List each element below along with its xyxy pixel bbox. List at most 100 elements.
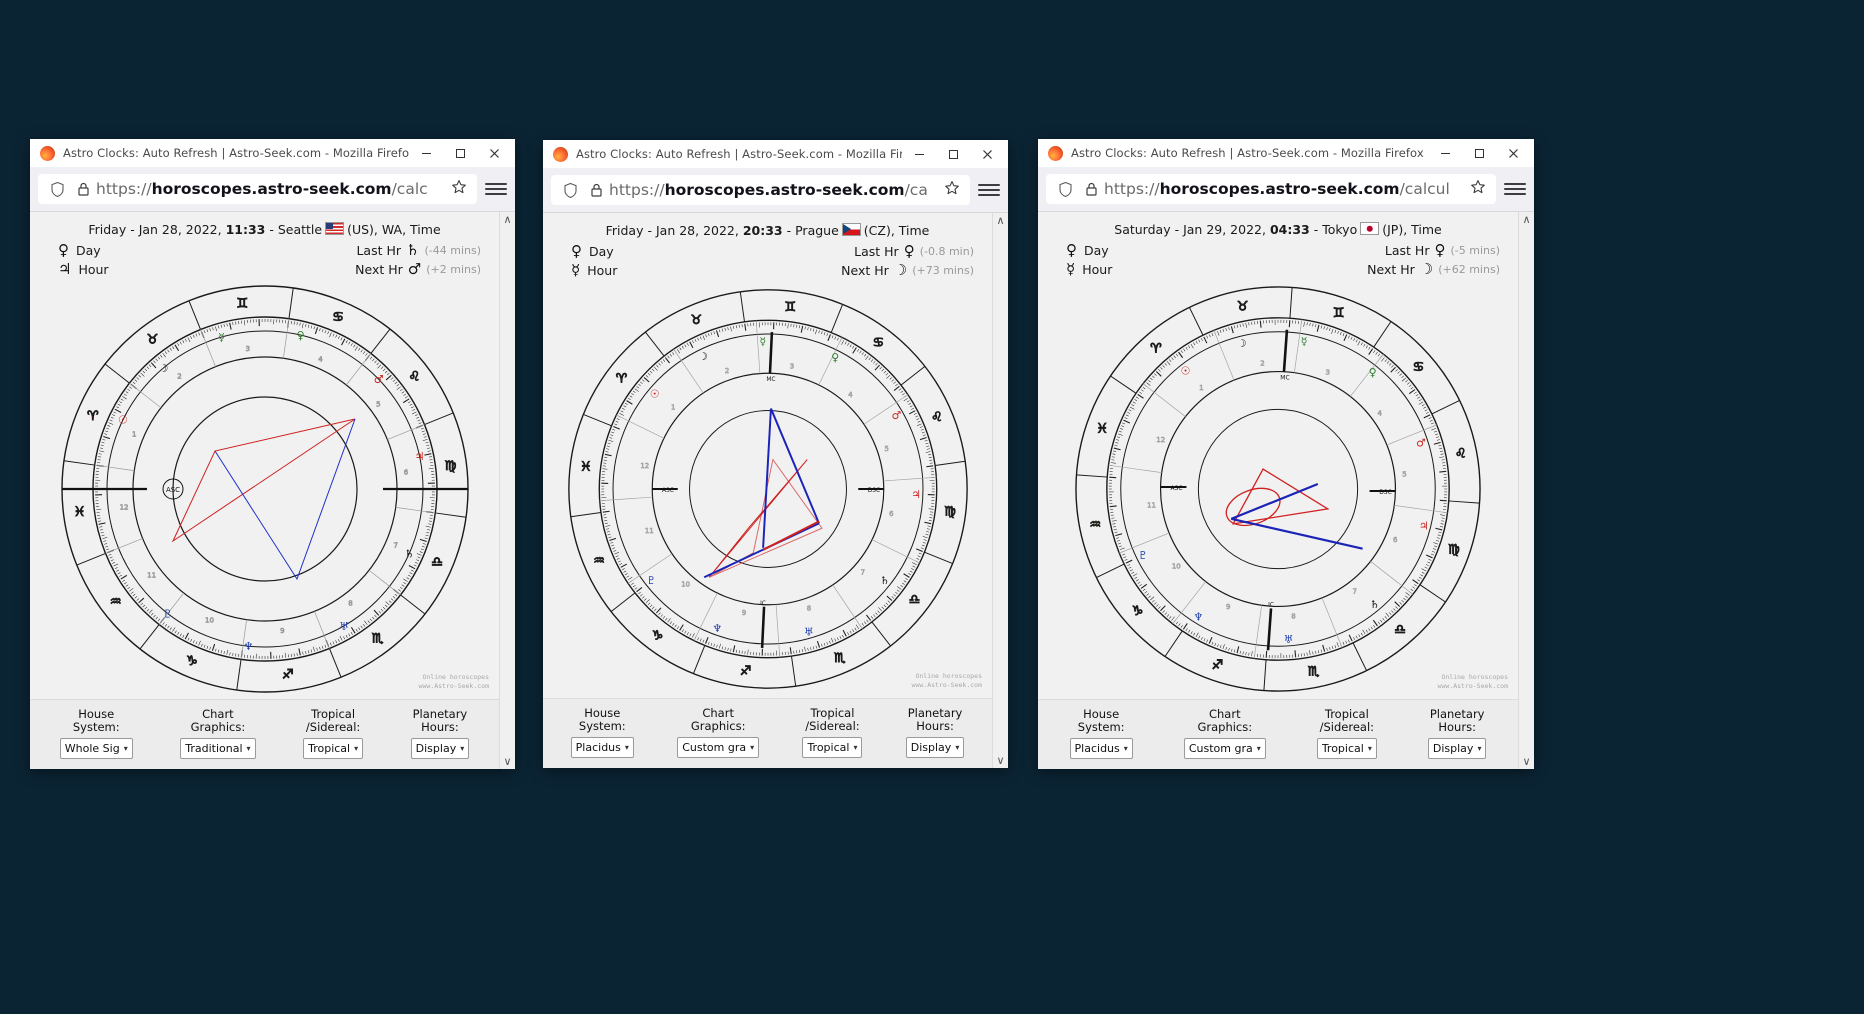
lock-icon[interactable] <box>589 182 604 198</box>
chart-graphics-control[interactable]: Chart Graphics: Traditional ▾ <box>180 707 256 759</box>
chart-graphics-select[interactable]: Traditional ▾ <box>180 738 256 759</box>
maximize-button[interactable] <box>936 141 970 167</box>
window-buttons[interactable] <box>1428 140 1530 166</box>
scroll-down-icon[interactable]: ∨ <box>996 755 1004 766</box>
page-scrollbar[interactable]: ∧ ∨ <box>499 212 515 769</box>
address-field[interactable]: https://horoscopes.astro-seek.com/calcul <box>1046 174 1496 204</box>
house-number: 8 <box>1291 612 1295 620</box>
day-ruler-row: ♀ Day Last Hr ♀ (-5 mins) <box>1038 241 1518 260</box>
address-field[interactable]: https://horoscopes.astro-seek.com/ca <box>551 175 970 205</box>
house-system-select[interactable]: Placidus ▾ <box>570 737 634 758</box>
planet-glyph: ♃ <box>911 488 921 501</box>
close-button[interactable] <box>477 140 511 166</box>
menu-hamburger-icon[interactable] <box>1504 183 1526 195</box>
window-buttons[interactable] <box>409 140 511 166</box>
site-credit: Online horoscopes www.Astro-Seek.com <box>418 673 489 691</box>
scroll-up-icon[interactable]: ∧ <box>503 214 511 225</box>
url-text[interactable]: https://horoscopes.astro-seek.com/ca <box>609 181 940 199</box>
bookmark-star-icon[interactable] <box>451 179 467 199</box>
address-field[interactable]: https://horoscopes.astro-seek.com/calc <box>38 174 477 204</box>
chart-options-bar[interactable]: House System: Placidus ▾ Chart Graphics: … <box>543 697 992 768</box>
tropical-sidereal-select[interactable]: Tropical ▾ <box>802 737 863 758</box>
url-bar[interactable]: https://horoscopes.astro-seek.com/calcul <box>1038 167 1534 212</box>
minimize-button[interactable] <box>902 141 936 167</box>
planetary-hours-control[interactable]: Planetary Hours: Display ▾ <box>410 707 470 759</box>
browser-window-seattle[interactable]: Astro Clocks: Auto Refresh | Astro-Seek.… <box>30 139 515 769</box>
browser-window-tokyo[interactable]: Astro Clocks: Auto Refresh | Astro-Seek.… <box>1038 139 1534 769</box>
url-bar[interactable]: https://horoscopes.astro-seek.com/calc <box>30 167 515 212</box>
natal-chart-svg[interactable]: ♈♉♊♋♌♍♎♏♐♑♒♓ 123456789101112 ☉☽☿ ♀♂♃♄♅♆♇ … <box>55 279 475 699</box>
house-system-control[interactable]: House System: Placidus ▾ <box>570 706 634 758</box>
close-button[interactable] <box>970 141 1004 167</box>
window-titlebar[interactable]: Astro Clocks: Auto Refresh | Astro-Seek.… <box>1038 139 1534 167</box>
planet-glyph: ♄ <box>404 547 414 560</box>
country-label: (CZ), Time <box>863 223 930 238</box>
maximize-button[interactable] <box>443 140 477 166</box>
chart-options-bar[interactable]: House System: Whole Sig ▾ Chart Graphics:… <box>30 698 499 769</box>
house-system-control[interactable]: House System: Placidus ▾ <box>1069 707 1133 759</box>
country-flag-icon <box>1360 222 1380 235</box>
bookmark-star-icon[interactable] <box>944 180 960 200</box>
window-titlebar[interactable]: Astro Clocks: Auto Refresh | Astro-Seek.… <box>543 140 1008 168</box>
planetary-hours-select[interactable]: Display ▾ <box>905 737 965 758</box>
planet-glyph: ☽ <box>698 350 708 363</box>
planetary-hours-control[interactable]: Planetary Hours: Display ▾ <box>1427 707 1487 759</box>
tropical-sidereal-select[interactable]: Tropical ▾ <box>1316 738 1377 759</box>
chart-graphics-select[interactable]: Custom gra ▾ <box>1183 738 1266 759</box>
url-text[interactable]: https://horoscopes.astro-seek.com/calcul <box>1104 180 1466 198</box>
chevron-down-icon: ▾ <box>1123 744 1128 753</box>
url-text[interactable]: https://horoscopes.astro-seek.com/calc <box>96 180 447 198</box>
tropical-sidereal-control[interactable]: Tropical /Sidereal: Tropical ▾ <box>802 706 863 758</box>
minimize-button[interactable] <box>409 140 443 166</box>
bookmark-star-icon[interactable] <box>1470 179 1486 199</box>
planetary-hours-select[interactable]: Display ▾ <box>1427 738 1487 759</box>
astrology-chart-wheel[interactable]: ♈ ♉ ♊ ♋ ♌ ♍ ♎ ♏ ♐ ♑ ♒ ♓ 1 2 3 4 5 6 7 8 9 10 11 12 ☉ ☽ ☿ ♀ ♂ ♃ ♄ ♅ ♆ ♇ <box>1038 279 1518 699</box>
house-system-select[interactable]: Whole Sig ▾ <box>59 738 133 759</box>
scroll-up-icon[interactable]: ∧ <box>1522 214 1530 225</box>
close-button[interactable] <box>1496 140 1530 166</box>
planetary-hours-select[interactable]: Display ▾ <box>410 738 470 759</box>
window-buttons[interactable] <box>902 141 1004 167</box>
scroll-up-icon[interactable]: ∧ <box>996 215 1004 226</box>
house-number: 6 <box>889 510 893 518</box>
url-bar[interactable]: https://horoscopes.astro-seek.com/ca <box>543 168 1008 213</box>
tropical-sidereal-control[interactable]: Tropical /Sidereal: Tropical ▾ <box>303 707 364 759</box>
shield-icon[interactable] <box>49 181 66 198</box>
minimize-button[interactable] <box>1428 140 1462 166</box>
menu-hamburger-icon[interactable] <box>485 183 507 195</box>
zodiac-sign-glyph: ♓ <box>73 505 85 520</box>
house-system-control[interactable]: House System: Whole Sig ▾ <box>59 707 133 759</box>
astrology-chart-wheel[interactable]: ♈ ♉ ♊ ♋ ♌ ♍ ♎ ♏ ♐ ♑ ♒ ♓ 1 2 3 4 5 6 7 8 9 10 11 12 ☉ ☽ ☿ ♀ ♂ ♃ ♄ ♅ ♆ ♇ … <box>30 279 499 699</box>
zodiac-sign-glyph: ♍ <box>944 504 955 519</box>
lock-icon[interactable] <box>76 181 91 197</box>
window-titlebar[interactable]: Astro Clocks: Auto Refresh | Astro-Seek.… <box>30 139 515 167</box>
weekday: Friday <box>605 223 644 238</box>
hour-ruler-row: ☿ Hour Next Hr ☽ (+73 mins) <box>543 261 992 280</box>
zodiac-sign-glyph: ♊ <box>784 300 795 315</box>
chart-options-bar[interactable]: House System: Placidus ▾ Chart Graphics: … <box>1038 698 1518 769</box>
page-scrollbar[interactable]: ∧ ∨ <box>1518 212 1534 769</box>
maximize-button[interactable] <box>1462 140 1496 166</box>
astrology-chart-wheel[interactable]: ♈ ♉ ♊ ♋ ♌ ♍ ♎ ♏ ♐ ♑ ♒ ♓ 1 2 3 4 5 6 7 8 9 10 11 12 ☉ ☽ ☿ ♀ ♂ ♃ ♄ ♅ ♆ ♇ <box>543 280 992 698</box>
natal-chart-svg[interactable]: ♈♉♊♋♌♍♎♏♐♑♒♓ 123456789101112 ☉☽☿♀♂♃♄♅♆♇ <box>1069 280 1487 698</box>
natal-chart-svg[interactable]: ♈♉♊♋♌♍♎♏♐♑♒♓ 123456789101112 ☉☽☿♀♂♃♄♅♆♇ <box>562 283 974 695</box>
house-number: 12 <box>1156 436 1165 444</box>
tropical-sidereal-control[interactable]: Tropical /Sidereal: Tropical ▾ <box>1316 707 1377 759</box>
chart-graphics-control[interactable]: Chart Graphics: Custom gra ▾ <box>677 706 760 758</box>
chevron-down-icon: ▾ <box>354 744 359 753</box>
lock-icon[interactable] <box>1084 181 1099 197</box>
shield-icon[interactable] <box>562 182 579 199</box>
tropical-sidereal-select[interactable]: Tropical ▾ <box>303 738 364 759</box>
menu-hamburger-icon[interactable] <box>978 184 1000 196</box>
moon-icon: ☽ <box>1419 260 1434 278</box>
planet-glyph: ♂ <box>891 409 901 422</box>
page-scrollbar[interactable]: ∧ ∨ <box>992 213 1008 768</box>
scroll-down-icon[interactable]: ∨ <box>503 756 511 767</box>
scroll-down-icon[interactable]: ∨ <box>1522 756 1530 767</box>
browser-window-prague[interactable]: Astro Clocks: Auto Refresh | Astro-Seek.… <box>543 140 1008 768</box>
chart-graphics-control[interactable]: Chart Graphics: Custom gra ▾ <box>1183 707 1266 759</box>
house-system-select[interactable]: Placidus ▾ <box>1069 738 1133 759</box>
shield-icon[interactable] <box>1057 181 1074 198</box>
planetary-hours-control[interactable]: Planetary Hours: Display ▾ <box>905 706 965 758</box>
chart-graphics-select[interactable]: Custom gra ▾ <box>677 737 760 758</box>
